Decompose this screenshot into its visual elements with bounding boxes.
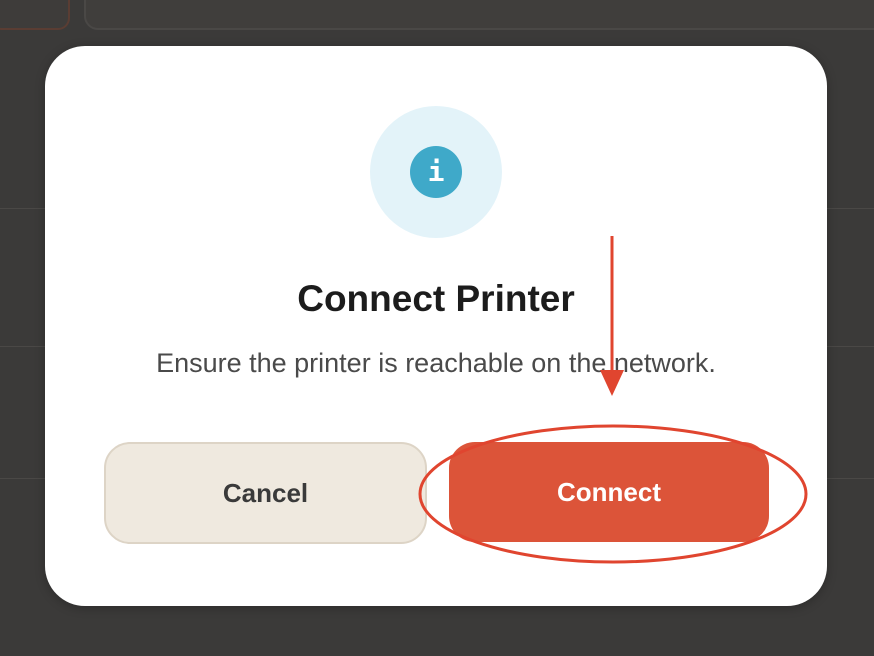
connect-button[interactable]: Connect [449, 442, 769, 542]
background-tab [0, 0, 70, 30]
info-icon: i [410, 146, 462, 198]
info-icon-container: i [370, 106, 502, 238]
dialog-title: Connect Printer [297, 278, 575, 319]
cancel-button[interactable]: Cancel [104, 442, 427, 544]
connect-printer-dialog: i Connect Printer Ensure the printer is … [45, 46, 827, 606]
background-search-bar [84, 0, 874, 30]
dialog-message: Ensure the printer is reachable on the n… [156, 348, 716, 378]
